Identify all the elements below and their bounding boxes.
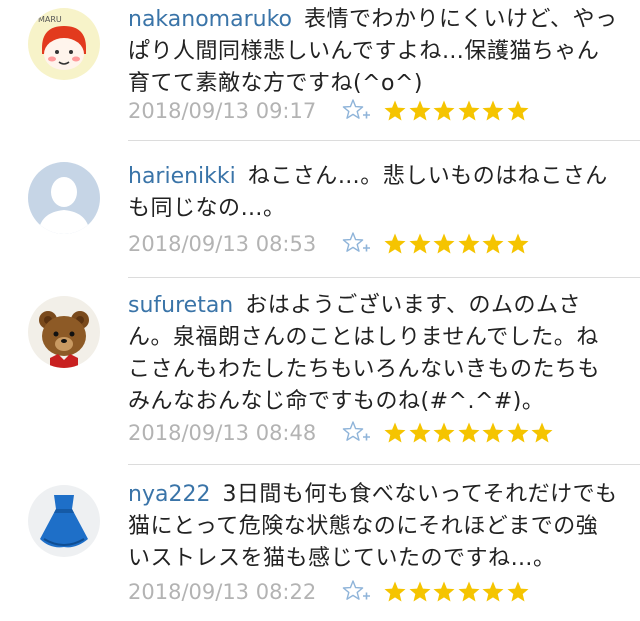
star-plus-icon[interactable] xyxy=(342,579,372,605)
star-icon xyxy=(457,99,482,123)
star-icon xyxy=(530,421,555,445)
star-icon xyxy=(408,99,433,123)
maru-character-avatar: MARU xyxy=(28,8,100,80)
comment-username[interactable]: nakanomaruko xyxy=(128,7,292,32)
star-icon xyxy=(481,421,506,445)
comment-body: nya222 3日間も何も食べないってそれだけでも猫にとって危険な状態なのにそれほ… xyxy=(128,479,618,575)
star-icon xyxy=(481,99,506,123)
default-person-avatar xyxy=(28,162,100,234)
star-plus-icon[interactable] xyxy=(342,231,372,257)
star-icon xyxy=(383,99,408,123)
comment-username[interactable]: harienikki xyxy=(128,164,236,189)
teddy-bear-avatar xyxy=(28,296,100,368)
star-rating xyxy=(383,580,530,604)
star-icon xyxy=(432,232,457,256)
star-icon xyxy=(457,421,482,445)
comment-username[interactable]: nya222 xyxy=(128,482,210,507)
star-icon xyxy=(457,232,482,256)
star-icon xyxy=(408,421,433,445)
avatar[interactable] xyxy=(28,485,100,557)
comment-item: harienikki ねこさん…。悲しいものはねこさんも同じなの…。 2018/0… xyxy=(0,141,640,278)
star-icon xyxy=(432,421,457,445)
star-icon xyxy=(383,421,408,445)
comment-username[interactable]: sufuretan xyxy=(128,293,233,318)
star-icon xyxy=(481,580,506,604)
avatar[interactable] xyxy=(28,296,100,368)
star-icon xyxy=(408,580,433,604)
star-icon xyxy=(506,99,531,123)
star-plus-icon[interactable] xyxy=(342,98,372,124)
star-plus-icon[interactable] xyxy=(342,420,372,446)
avatar-logo-text: MARU xyxy=(38,15,62,24)
comment-item: nya222 3日間も何も食べないってそれだけでも猫にとって危険な状態なのにそれほ… xyxy=(0,465,640,621)
star-icon xyxy=(506,580,531,604)
comment-list: MARU nakanomaruko 表情でわかりにくいけど、やっぱり人間同様悲しい… xyxy=(0,0,640,621)
comment-item: sufuretan おはようございます、のムのムさん。泉福朗さんのことはしりません… xyxy=(0,278,640,465)
comment-item: MARU nakanomaruko 表情でわかりにくいけど、やっぱり人間同様悲しい… xyxy=(0,0,640,141)
star-rating xyxy=(383,232,530,256)
comment-timestamp: 2018/09/13 08:22 xyxy=(128,580,317,604)
comment-meta: 2018/09/13 09:17 xyxy=(128,96,530,126)
star-rating xyxy=(383,99,530,123)
star-icon xyxy=(383,232,408,256)
comment-body: harienikki ねこさん…。悲しいものはねこさんも同じなの…。 xyxy=(128,161,618,225)
comment-meta: 2018/09/13 08:22 xyxy=(128,577,530,607)
blue-dress-avatar xyxy=(28,485,100,557)
comment-meta: 2018/09/13 08:48 xyxy=(128,418,555,448)
star-rating xyxy=(383,421,555,445)
star-icon xyxy=(457,580,482,604)
avatar[interactable]: MARU xyxy=(28,8,100,80)
star-icon xyxy=(383,580,408,604)
star-icon xyxy=(506,421,531,445)
star-icon xyxy=(506,232,531,256)
star-icon xyxy=(481,232,506,256)
star-icon xyxy=(408,232,433,256)
avatar[interactable] xyxy=(28,162,100,234)
comment-body: sufuretan おはようございます、のムのムさん。泉福朗さんのことはしりません… xyxy=(128,290,618,418)
star-icon xyxy=(432,580,457,604)
comment-timestamp: 2018/09/13 09:17 xyxy=(128,99,317,123)
comment-body: nakanomaruko 表情でわかりにくいけど、やっぱり人間同様悲しいんですよね… xyxy=(128,4,618,100)
comment-timestamp: 2018/09/13 08:53 xyxy=(128,232,317,256)
star-icon xyxy=(432,99,457,123)
comment-timestamp: 2018/09/13 08:48 xyxy=(128,421,317,445)
comment-meta: 2018/09/13 08:53 xyxy=(128,229,530,259)
